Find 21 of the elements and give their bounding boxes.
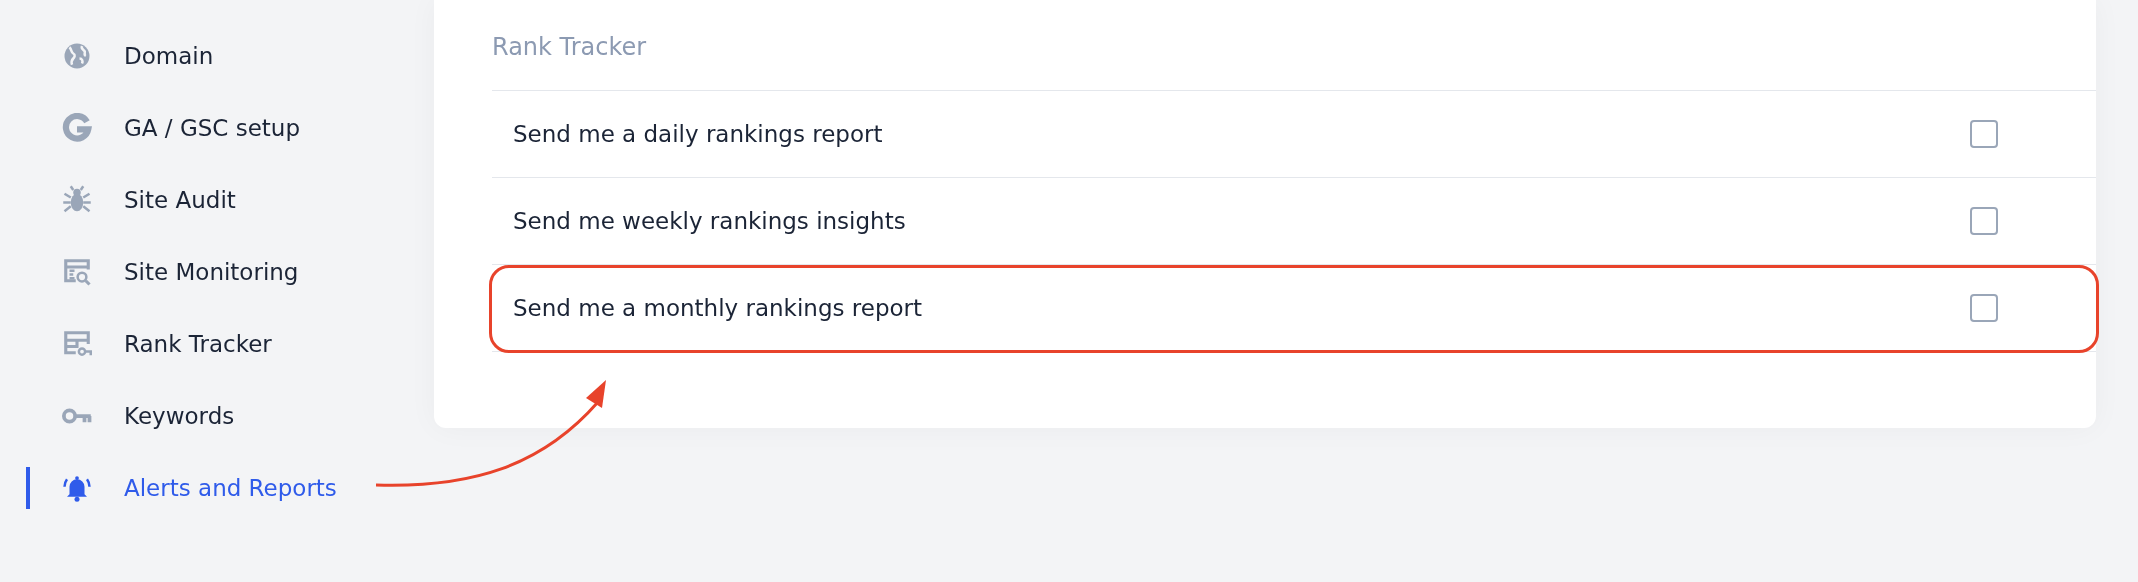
checkbox[interactable]	[1970, 294, 1998, 322]
sidebar-item[interactable]: Domain	[0, 20, 434, 92]
globe-icon	[62, 41, 92, 71]
sidebar-item[interactable]: Site Monitoring	[0, 236, 434, 308]
section-title: Rank Tracker	[492, 32, 648, 63]
checkbox[interactable]	[1970, 207, 1998, 235]
g-icon	[62, 113, 92, 143]
sidebar-item[interactable]: Keywords	[0, 380, 434, 452]
table-key-icon	[62, 329, 92, 359]
spider-icon	[62, 185, 92, 215]
sidebar-item[interactable]: Site Audit	[0, 164, 434, 236]
monitor-search-icon	[62, 257, 92, 287]
option-label: Send me a monthly rankings report	[513, 295, 923, 321]
sidebar-item[interactable]: Alerts and Reports	[0, 452, 434, 524]
option-label: Send me weekly rankings insights	[513, 208, 906, 234]
active-indicator	[26, 467, 30, 509]
bell-icon	[62, 473, 92, 503]
sidebar-item[interactable]: GA / GSC setup	[0, 92, 434, 164]
option-label: Send me a daily rankings report	[513, 121, 883, 147]
sidebar-item[interactable]: Rank Tracker	[0, 308, 434, 380]
checkbox[interactable]	[1970, 120, 1998, 148]
